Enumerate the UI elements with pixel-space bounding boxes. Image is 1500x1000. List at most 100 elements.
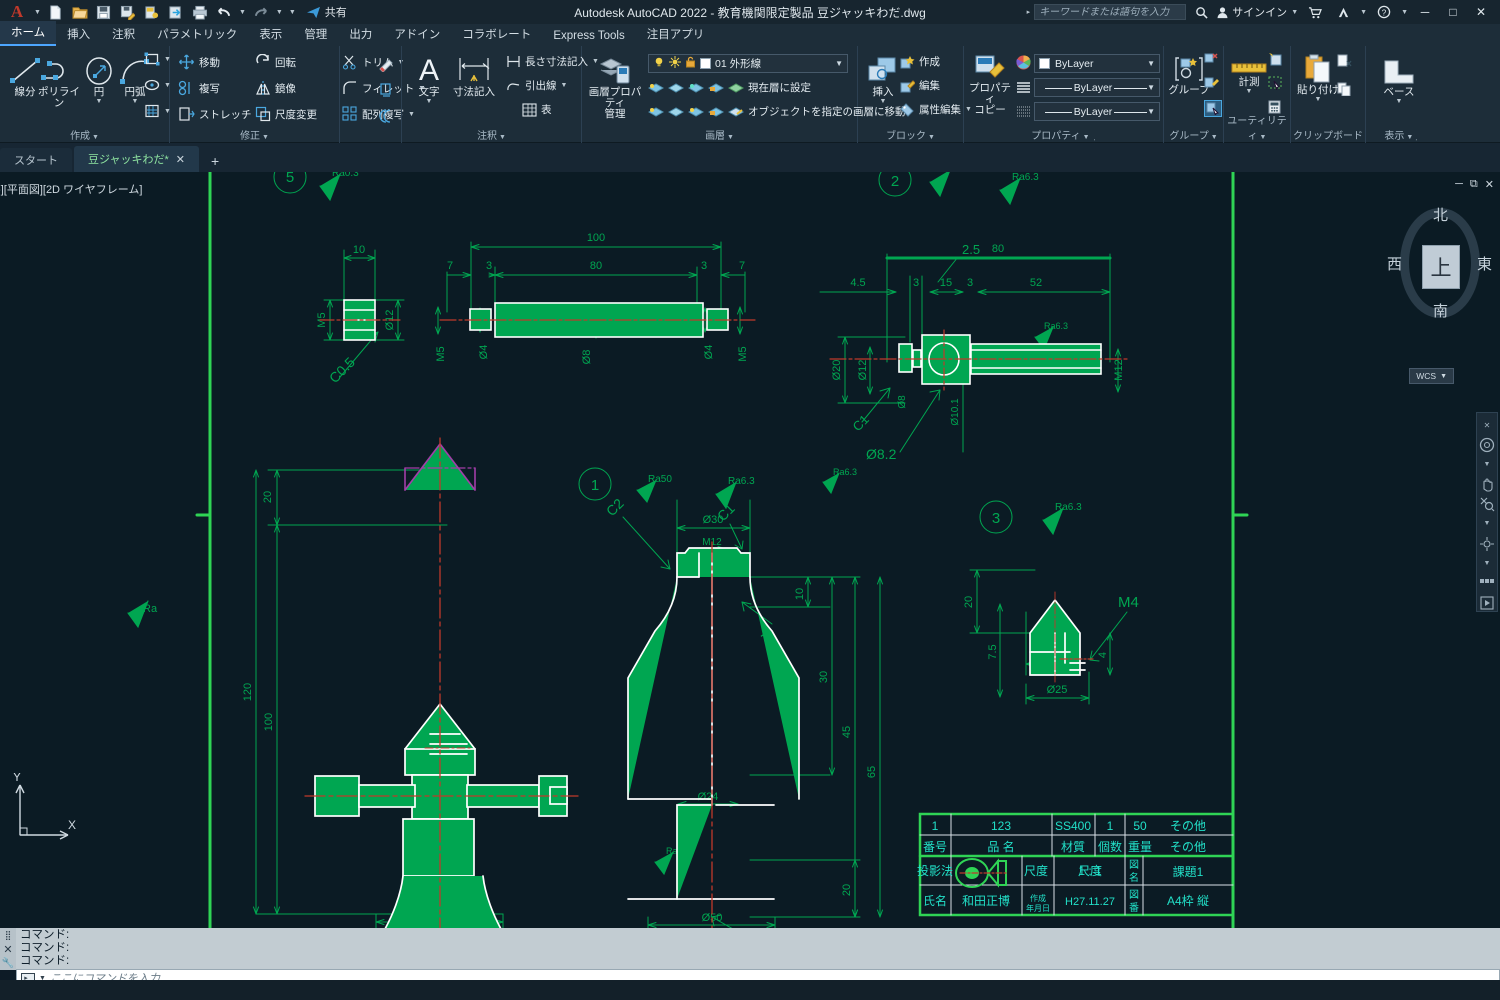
- panel-properties-title[interactable]: プロパティ ▼ ˲: [964, 127, 1163, 142]
- layer-properties-button[interactable]: 画層プロパティ 管理: [586, 56, 644, 120]
- export-icon[interactable]: [141, 1, 163, 23]
- offset-button[interactable]: [378, 108, 394, 124]
- minimize-button[interactable]: ─: [1412, 0, 1438, 24]
- command-settings-icon[interactable]: 🔧: [2, 958, 14, 969]
- table-button[interactable]: 表: [522, 102, 552, 117]
- help-icon[interactable]: ?: [1371, 0, 1397, 24]
- tab-parametric[interactable]: パラメトリック: [146, 23, 248, 46]
- ellipse-button[interactable]: ▼: [144, 78, 171, 92]
- insert-block-caret-icon[interactable]: ▼: [880, 98, 887, 105]
- redo-caret-icon[interactable]: ▼: [274, 9, 285, 16]
- object-color-caret-icon[interactable]: ▼: [1147, 59, 1155, 68]
- cart-icon[interactable]: [1302, 0, 1328, 24]
- drawing-canvas[interactable]: [-][平面図][2D ワイヤフレーム] ─ ⧉ ✕ 上 北 南 西 東 WCS…: [0, 172, 1500, 928]
- tab-view[interactable]: 表示: [248, 23, 293, 46]
- text-caret-icon[interactable]: ▼: [426, 98, 433, 105]
- scale-button[interactable]: 尺度変更: [255, 106, 317, 122]
- block-edit-button[interactable]: 編集: [900, 78, 940, 93]
- measure-button[interactable]: 計測 ▼: [1226, 60, 1272, 95]
- panel-groups-title[interactable]: グループ ▼: [1164, 127, 1223, 142]
- paste-button[interactable]: 貼り付け ▼: [1295, 54, 1341, 103]
- share-button[interactable]: 共有: [306, 4, 347, 20]
- paste-caret-icon[interactable]: ▼: [1315, 96, 1322, 103]
- open-file-icon[interactable]: [69, 1, 91, 23]
- save-file-icon[interactable]: [93, 1, 115, 23]
- explode-button[interactable]: [378, 82, 394, 98]
- tab-express-tools[interactable]: Express Tools: [542, 27, 635, 46]
- layer-on-icon[interactable]: [653, 56, 665, 71]
- panel-clipboard-title[interactable]: クリップボード: [1291, 127, 1365, 142]
- color-wheel-icon[interactable]: [1016, 55, 1031, 70]
- layer-lock-icon[interactable]: [685, 56, 696, 71]
- group-selection-button[interactable]: [1204, 100, 1222, 117]
- panel-view-title[interactable]: 表示 ▼ ˲: [1366, 127, 1436, 142]
- current-layer-combo[interactable]: 01 外形線 ▼: [648, 54, 848, 73]
- panel-utilities-title[interactable]: ユーティリティ ▼: [1224, 112, 1290, 142]
- panel-annotation-title[interactable]: 注釈 ▼: [402, 127, 581, 142]
- copy-button[interactable]: 複写: [178, 80, 220, 96]
- help-caret-icon[interactable]: ▼: [1399, 9, 1410, 16]
- layer-freeze-icon[interactable]: [669, 56, 681, 71]
- dimension-button[interactable]: 寸法記入: [446, 54, 502, 98]
- quick-select-button[interactable]: [1268, 52, 1283, 66]
- set-current-layer-button[interactable]: 現在層に設定: [648, 80, 811, 95]
- cad-drawing[interactable]: 5 2 1 3 Ra0.3 Ra50 Ra6.3 Ra6.3: [0, 172, 1500, 928]
- save-as-icon[interactable]: [117, 1, 139, 23]
- close-button[interactable]: ✕: [1468, 0, 1494, 24]
- cut-button[interactable]: [1337, 54, 1352, 68]
- current-layer-caret-icon[interactable]: ▼: [835, 59, 843, 68]
- base-view-button[interactable]: ベース ▼: [1376, 58, 1422, 105]
- panel-draw-title[interactable]: 作成 ▼: [0, 127, 169, 142]
- rotate-button[interactable]: 回転: [255, 54, 296, 70]
- import-icon[interactable]: [165, 1, 187, 23]
- tab-manage[interactable]: 管理: [293, 23, 338, 46]
- maximize-button[interactable]: □: [1440, 0, 1466, 24]
- tab-featured-apps[interactable]: 注目アプリ: [636, 23, 716, 46]
- autodesk-a-icon[interactable]: [1330, 0, 1356, 24]
- infocenter-expand-icon[interactable]: ▸: [1025, 9, 1033, 16]
- hatch-button[interactable]: ▼: [144, 104, 171, 118]
- leader-caret-icon[interactable]: ▼: [561, 82, 568, 89]
- attribute-edit-button[interactable]: 属性編集 ▼: [900, 102, 972, 117]
- circle-dropdown-caret-icon[interactable]: ▼: [96, 98, 103, 105]
- rectangle-button[interactable]: ▼: [144, 52, 171, 66]
- plot-icon[interactable]: [189, 1, 211, 23]
- measure-caret-icon[interactable]: ▼: [1246, 88, 1253, 95]
- linetype-combo[interactable]: ByLayer ▼: [1034, 78, 1160, 97]
- search-input[interactable]: キーワードまたは語句を入力: [1034, 4, 1187, 20]
- panel-layers-title[interactable]: 画層 ▼: [582, 127, 857, 142]
- lineweight-combo[interactable]: ByLayer ▼: [1034, 102, 1160, 121]
- mirror-button[interactable]: 鏡像: [255, 80, 296, 96]
- qat-customize-caret-icon[interactable]: ▼: [287, 9, 298, 16]
- panel-modify-title[interactable]: 修正 ▼: [170, 127, 339, 142]
- new-document-tab-button[interactable]: +: [201, 153, 229, 172]
- tab-insert[interactable]: 挿入: [56, 23, 101, 46]
- undo-icon[interactable]: [213, 1, 235, 23]
- leader-button[interactable]: 引出線 ▼: [506, 78, 567, 93]
- layer-color-swatch[interactable]: [700, 58, 711, 69]
- arc-dropdown-caret-icon[interactable]: ▼: [132, 98, 139, 105]
- move-button[interactable]: 移動: [178, 54, 220, 70]
- command-line-grip[interactable]: ⣿ ✕ 🔧: [0, 928, 16, 970]
- erase-button[interactable]: [378, 56, 394, 72]
- match-properties-button[interactable]: プロパティ コピー: [966, 54, 1014, 116]
- group-edit-button[interactable]: [1204, 76, 1219, 90]
- command-close-icon[interactable]: ✕: [3, 943, 12, 956]
- ungroup-button[interactable]: [1204, 52, 1219, 66]
- select-similar-button[interactable]: [1268, 76, 1283, 90]
- autodesk-caret-icon[interactable]: ▼: [1358, 9, 1369, 16]
- signin-button[interactable]: サインイン: [1216, 4, 1287, 20]
- new-file-icon[interactable]: [45, 1, 67, 23]
- base-view-caret-icon[interactable]: ▼: [1396, 98, 1403, 105]
- signin-caret-icon[interactable]: ▼: [1289, 9, 1300, 16]
- tab-home[interactable]: ホーム: [0, 21, 57, 46]
- app-menu-button[interactable]: A: [4, 1, 30, 23]
- document-tab-start[interactable]: スタート: [0, 148, 72, 172]
- close-icon[interactable]: ✕: [176, 153, 185, 166]
- undo-caret-icon[interactable]: ▼: [237, 9, 248, 16]
- linetype-caret-icon[interactable]: ▼: [1147, 83, 1155, 92]
- tab-addins[interactable]: アドイン: [383, 23, 451, 46]
- search-icon[interactable]: [1188, 0, 1214, 24]
- document-tab-drawing[interactable]: 豆ジャッキわだ* ✕: [74, 146, 199, 172]
- tab-output[interactable]: 出力: [338, 23, 383, 46]
